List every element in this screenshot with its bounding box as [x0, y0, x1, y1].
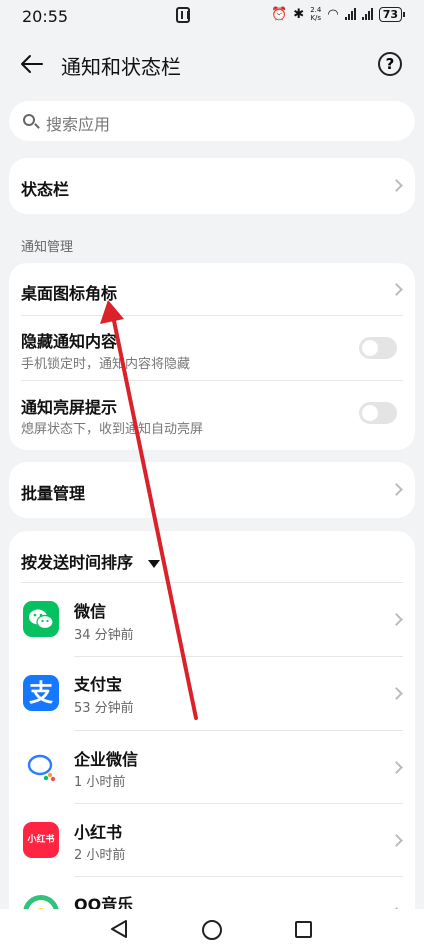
- app-name: 小红书: [74, 823, 123, 842]
- chevron-right-icon: [390, 283, 403, 296]
- signal-icon: [344, 8, 356, 20]
- status-bar-settings-item[interactable]: 状态栏: [9, 158, 415, 214]
- section-label-notification: 通知管理: [21, 240, 74, 255]
- status-bar-label: 状态栏: [21, 180, 70, 199]
- app-item-alipay[interactable]: 支 支付宝 53 分钟前: [9, 657, 415, 730]
- chevron-right-icon: [390, 613, 403, 626]
- app-last-time: 34 分钟前: [74, 628, 134, 643]
- nav-home-icon[interactable]: [202, 920, 222, 940]
- hide-content-toggle[interactable]: [359, 337, 397, 359]
- wifi-icon: ◠: [327, 6, 339, 22]
- nav-recents-icon[interactable]: [295, 921, 312, 938]
- hide-content-label: 隐藏通知内容: [21, 332, 118, 351]
- signal-icon: [361, 8, 373, 20]
- hide-content-description: 手机锁定时，通知内容将隐藏: [21, 357, 191, 372]
- app-last-time: 1 小时前: [74, 775, 126, 790]
- nfc-icon: [176, 7, 190, 23]
- app-name: 企业微信: [74, 750, 139, 769]
- status-bar: 20:55 ⏰ ✱ 2.4 K/s ◠ 73: [0, 0, 424, 32]
- wecom-icon: [23, 749, 59, 785]
- desktop-badge-label: 桌面图标角标: [21, 284, 118, 303]
- batch-management-item[interactable]: 批量管理: [9, 462, 415, 518]
- wake-screen-description: 熄屏状态下，收到通知自动亮屏: [21, 422, 204, 437]
- app-last-time: 53 分钟前: [74, 701, 134, 716]
- app-item-xiaohongshu[interactable]: 小红书 小红书 2 小时前: [9, 804, 415, 877]
- search-icon: [23, 114, 35, 126]
- batch-management-label: 批量管理: [21, 484, 86, 503]
- app-list-card: 按发送时间排序 微信 34 分钟前 支 支付宝 53 分钟前 企业微信 1 小时…: [9, 531, 415, 931]
- xiaohongshu-icon: 小红书: [23, 822, 59, 858]
- network-speed: 2.4 K/s: [310, 6, 322, 22]
- bluetooth-icon: ✱: [293, 6, 305, 22]
- notification-management-card: 桌面图标角标 隐藏通知内容 手机锁定时，通知内容将隐藏 通知亮屏提示 熄屏状态下…: [9, 263, 415, 450]
- sort-label: 按发送时间排序: [21, 553, 134, 572]
- search-input[interactable]: 搜索应用: [9, 101, 415, 141]
- app-item-wechat[interactable]: 微信 34 分钟前: [9, 583, 415, 656]
- dropdown-arrow-icon: [148, 559, 161, 568]
- back-arrow-icon[interactable]: [20, 54, 44, 74]
- alipay-icon: 支: [23, 675, 59, 711]
- chevron-right-icon: [390, 687, 403, 700]
- system-navigation-bar: [0, 909, 424, 947]
- chevron-right-icon: [390, 761, 403, 774]
- app-last-time: 2 小时前: [74, 848, 126, 863]
- app-header: 通知和状态栏 ?: [0, 44, 424, 84]
- wake-screen-label: 通知亮屏提示: [21, 398, 118, 417]
- clock: 20:55: [22, 6, 69, 26]
- desktop-badge-item[interactable]: 桌面图标角标: [9, 263, 415, 315]
- wake-screen-item: 通知亮屏提示 熄屏状态下，收到通知自动亮屏: [9, 381, 415, 445]
- hide-content-item: 隐藏通知内容 手机锁定时，通知内容将隐藏: [9, 316, 415, 380]
- app-name: 支付宝: [74, 675, 123, 694]
- alarm-icon: ⏰: [271, 6, 288, 22]
- status-icons: ⏰ ✱ 2.4 K/s ◠ 73: [271, 6, 406, 22]
- page-title: 通知和状态栏: [61, 55, 181, 79]
- wake-screen-toggle[interactable]: [359, 402, 397, 424]
- chevron-right-icon: [390, 834, 403, 847]
- chevron-right-icon: [390, 483, 403, 496]
- nav-back-icon[interactable]: [110, 920, 128, 938]
- search-placeholder: 搜索应用: [46, 115, 111, 134]
- app-item-wecom[interactable]: 企业微信 1 小时前: [9, 731, 415, 804]
- sort-dropdown[interactable]: 按发送时间排序: [21, 549, 161, 572]
- app-name: 微信: [74, 602, 107, 621]
- chevron-right-icon: [390, 179, 403, 192]
- help-icon[interactable]: ?: [378, 52, 402, 76]
- battery-indicator: 73: [378, 6, 406, 22]
- wechat-icon: [23, 601, 59, 637]
